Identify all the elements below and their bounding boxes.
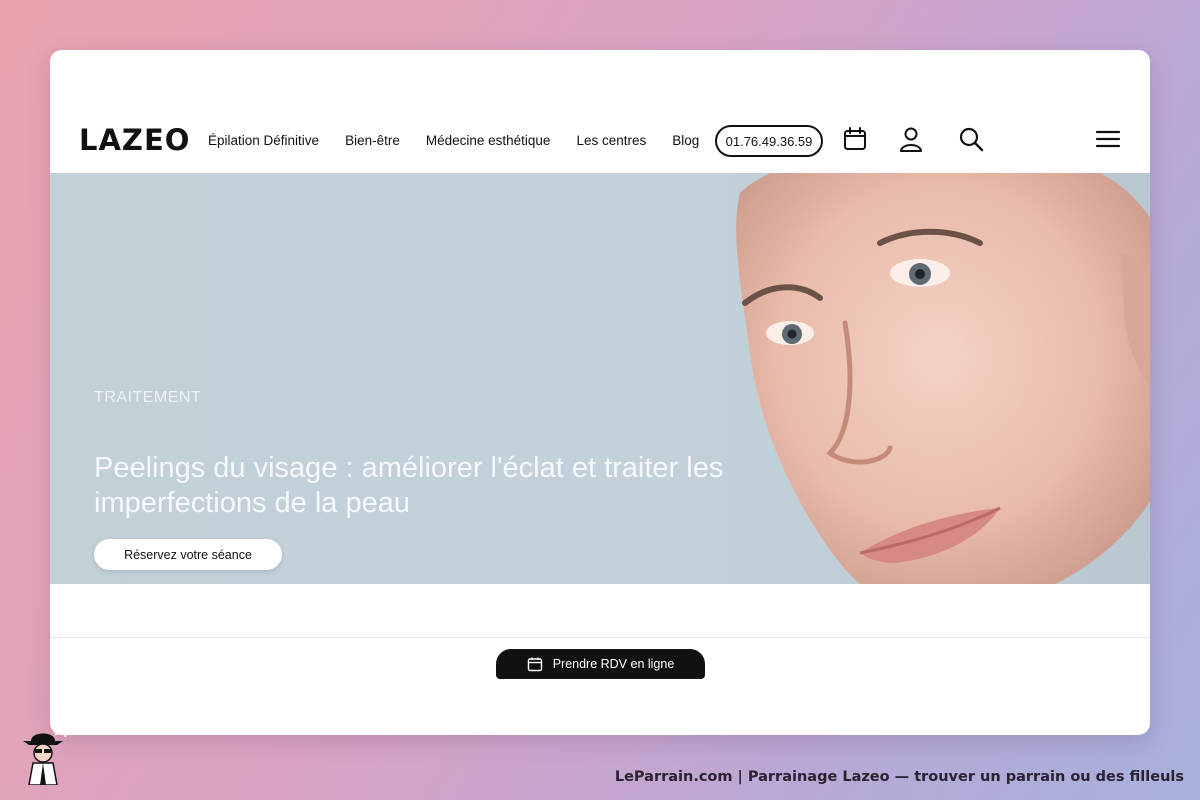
hero-banner: TRAITEMENT Peelings du visage : améliore… [50,173,1150,584]
hero-kicker: TRAITEMENT [94,389,202,406]
lazeo-logo[interactable]: LAZEO [79,123,190,157]
book-online-button[interactable]: Prendre RDV en ligne [496,649,705,679]
menu-icon[interactable] [1094,125,1122,153]
nav-blog[interactable]: Blog [672,133,699,148]
section-divider [50,637,1150,638]
detective-mascot-icon [23,730,67,785]
search-icon[interactable] [957,125,985,153]
book-online-label: Prendre RDV en ligne [552,657,675,671]
hero-face-image [736,173,1150,584]
user-icon[interactable] [897,125,925,153]
browser-window: LAZEO Épilation Définitive Bien-être Méd… [50,50,1150,735]
nav-bien-etre[interactable]: Bien-être [345,133,400,148]
site-header: LAZEO Épilation Définitive Bien-être Méd… [50,50,1150,173]
nav-les-centres[interactable]: Les centres [576,133,646,148]
calendar-icon [527,656,543,672]
nav-medecine-esthetique[interactable]: Médecine esthétique [426,133,551,148]
phone-button[interactable]: 01.76.49.36.59 [715,125,823,157]
nav-epilation-definitive[interactable]: Épilation Définitive [208,133,319,148]
main-nav: Épilation Définitive Bien-être Médecine … [208,133,725,148]
footer-caption: LeParrain.com | Parrainage Lazeo — trouv… [614,769,1184,785]
book-session-button[interactable]: Réservez votre séance [94,539,282,570]
hero-title: Peelings du visage : améliorer l'éclat e… [94,452,724,519]
calendar-icon[interactable] [841,125,869,153]
